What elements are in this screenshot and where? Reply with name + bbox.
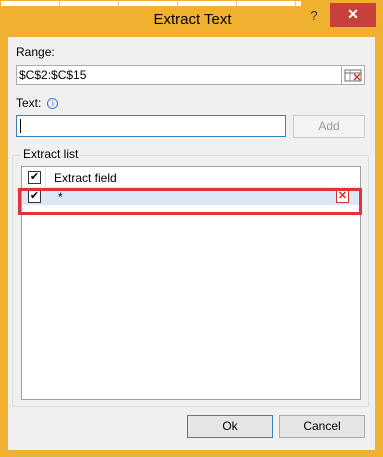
info-icon[interactable]: i [47,98,59,109]
range-select-button[interactable] [341,65,365,85]
text-label: Text: [16,96,42,110]
range-select-icon [344,69,362,82]
row-highlight-box [18,188,362,215]
dialog-window: Extract Text ? ✕ Range: $C$2:$C$15 Text:… [0,0,383,457]
header-label: Extract field [54,171,117,185]
help-button[interactable]: ? [301,5,327,27]
title-bar[interactable]: Extract Text ? ✕ [1,1,382,37]
add-button[interactable]: Add [293,115,365,138]
spreadsheet-strip [1,1,301,6]
close-button[interactable]: ✕ [330,3,376,27]
list-header: ✔ Extract field [22,167,360,188]
text-input[interactable] [16,115,286,137]
ok-button[interactable]: Ok [187,415,273,438]
range-label: Range: [16,45,55,59]
text-label-row: Text: i [16,96,59,110]
range-input[interactable]: $C$2:$C$15 [16,65,346,85]
header-checkbox[interactable]: ✔ [28,171,41,184]
dialog-body: Range: $C$2:$C$15 Text: i Add Extract lis… [8,37,375,450]
cancel-button[interactable]: Cancel [279,415,365,438]
extract-list-label: Extract list [21,147,81,161]
text-caret [20,119,21,133]
